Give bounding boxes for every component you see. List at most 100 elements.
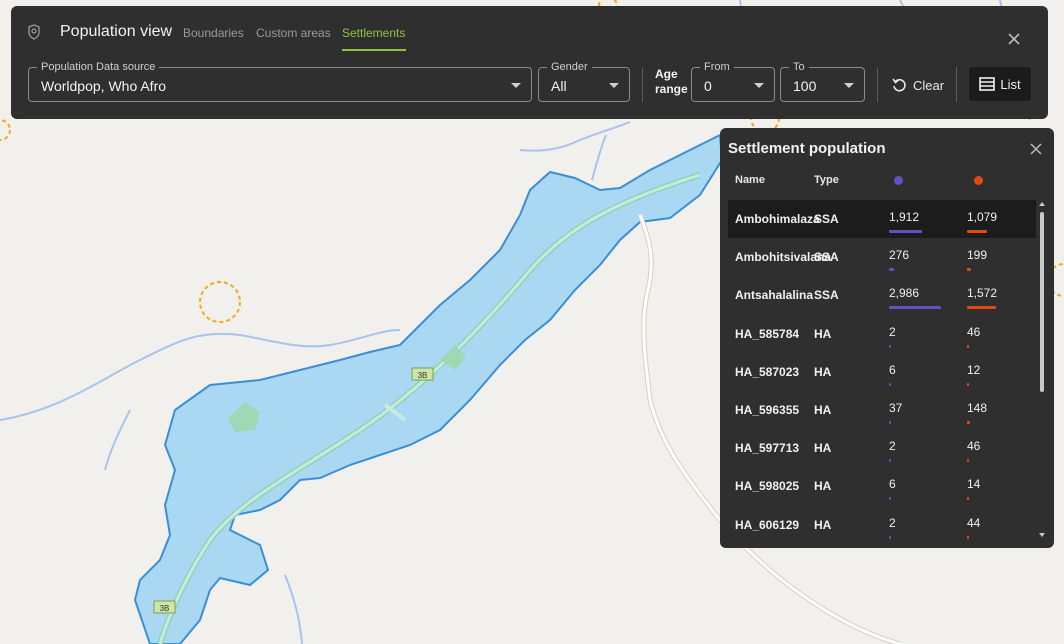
table-row[interactable]: HA_585784 HA 2 46 bbox=[728, 315, 1036, 353]
list-label: List bbox=[1000, 76, 1021, 92]
road-label: 3B bbox=[418, 371, 428, 380]
series-a-value: 276 bbox=[889, 248, 910, 263]
series-b-dot[interactable] bbox=[974, 176, 983, 185]
series-a-bar bbox=[889, 306, 941, 310]
series-a-bar bbox=[889, 268, 894, 272]
settlement-type: SSA bbox=[814, 288, 839, 303]
series-a-bar bbox=[889, 535, 891, 539]
population-source-label: Population Data source bbox=[37, 60, 160, 74]
settlement-type: HA bbox=[814, 479, 832, 494]
population-icon bbox=[28, 24, 40, 40]
series-a-bar bbox=[889, 382, 891, 386]
chevron-down-icon bbox=[609, 83, 619, 88]
population-toolbar: Population view Boundaries Custom areas … bbox=[11, 6, 1048, 119]
series-a-value: 6 bbox=[889, 362, 896, 377]
series-a-bar bbox=[889, 230, 923, 233]
series-b-bar bbox=[967, 535, 969, 539]
table-row[interactable]: HA_597713 HA 2 46 bbox=[728, 429, 1036, 467]
series-a-value: 6 bbox=[889, 477, 896, 492]
series-b-value: 199 bbox=[967, 248, 988, 263]
series-b-bar bbox=[967, 497, 969, 501]
settlement-name: HA_596355 bbox=[735, 402, 800, 417]
table-row[interactable]: Ambohimalaza SSA 1,912 1,079 bbox=[728, 200, 1036, 239]
scroll-down-icon[interactable] bbox=[1039, 533, 1045, 537]
tab-settlements[interactable]: Settlements bbox=[342, 26, 405, 40]
table-row[interactable]: Ambohitsivalana SSA 276 199 bbox=[728, 238, 1036, 276]
series-b-value: 14 bbox=[967, 477, 981, 492]
settlement-type: SSA bbox=[814, 250, 839, 265]
settlement-type: HA bbox=[814, 517, 832, 532]
divider bbox=[877, 67, 878, 102]
population-source-value: Worldpop, Who Afro bbox=[41, 78, 167, 94]
settlement-name: HA_585784 bbox=[735, 326, 800, 341]
chevron-down-icon bbox=[844, 83, 854, 88]
series-b-bar bbox=[967, 420, 970, 424]
age-range-label: Age range bbox=[655, 67, 688, 96]
clear-button[interactable]: Clear bbox=[891, 72, 944, 98]
close-icon[interactable] bbox=[1030, 143, 1042, 155]
series-b-value: 12 bbox=[967, 362, 981, 377]
series-b-bar bbox=[967, 382, 969, 386]
settlement-name: Antsahalalina bbox=[735, 288, 814, 303]
reset-icon bbox=[892, 78, 906, 92]
series-b-value: 1,572 bbox=[967, 286, 998, 301]
series-a-bar bbox=[889, 459, 891, 463]
series-b-bar bbox=[967, 230, 987, 233]
series-b-bar bbox=[967, 306, 996, 310]
panel-title: Settlement population bbox=[728, 140, 886, 157]
gender-label: Gender bbox=[547, 60, 592, 74]
series-a-value: 2 bbox=[889, 439, 896, 454]
age-to-select[interactable]: To 100 bbox=[780, 60, 865, 102]
table-row[interactable]: HA_587023 HA 6 12 bbox=[728, 353, 1036, 391]
series-b-bar bbox=[967, 344, 969, 348]
page-title: Population view bbox=[60, 23, 173, 40]
table-row[interactable]: HA_596355 HA 37 148 bbox=[728, 391, 1036, 429]
settlement-type: HA bbox=[814, 402, 832, 417]
age-to-label: To bbox=[789, 60, 809, 74]
series-a-dot[interactable] bbox=[894, 176, 903, 185]
settlement-population-panel: Settlement population Name Type Ambohima… bbox=[720, 128, 1054, 548]
list-icon bbox=[979, 77, 996, 91]
settlement-name: HA_587023 bbox=[735, 364, 800, 379]
clear-label: Clear bbox=[913, 77, 945, 93]
tab-boundaries[interactable]: Boundaries bbox=[183, 26, 244, 40]
age-from-value: 0 bbox=[704, 78, 712, 94]
settlement-name: HA_606129 bbox=[735, 517, 800, 532]
table-row[interactable]: Antsahalalina SSA 2,986 1,572 bbox=[728, 276, 1036, 314]
series-a-value: 37 bbox=[889, 400, 903, 415]
table-row[interactable]: HA_598025 HA 6 14 bbox=[728, 467, 1036, 505]
list-button[interactable]: List bbox=[969, 67, 1031, 101]
settlement-type: HA bbox=[814, 364, 832, 379]
close-icon[interactable] bbox=[1006, 31, 1022, 47]
settlement-type: SSA bbox=[814, 212, 839, 226]
road-label: 3B bbox=[160, 604, 170, 613]
divider bbox=[642, 67, 643, 102]
settlement-name: HA_597713 bbox=[735, 441, 800, 456]
series-a-bar bbox=[889, 344, 891, 348]
series-b-value: 46 bbox=[967, 324, 981, 339]
series-b-bar bbox=[967, 459, 969, 463]
series-a-value: 2 bbox=[889, 324, 896, 339]
population-source-select[interactable]: Population Data source Worldpop, Who Afr… bbox=[28, 60, 532, 102]
tab-custom-areas[interactable]: Custom areas bbox=[256, 26, 331, 40]
series-a-value: 1,912 bbox=[889, 210, 920, 224]
column-header-type[interactable]: Type bbox=[814, 174, 839, 186]
table-row[interactable]: HA_606129 HA 2 44 bbox=[728, 506, 1036, 544]
series-b-value: 148 bbox=[967, 400, 988, 415]
settlement-table: Ambohimalaza SSA 1,912 1,079 Ambohitsiva… bbox=[728, 200, 1036, 544]
column-header-name[interactable]: Name bbox=[735, 174, 765, 186]
age-from-select[interactable]: From 0 bbox=[691, 60, 775, 102]
gender-select[interactable]: Gender All bbox=[538, 60, 630, 102]
settlement-name: HA_598025 bbox=[735, 479, 800, 494]
scroll-up-icon[interactable] bbox=[1039, 202, 1045, 206]
series-a-bar bbox=[889, 497, 891, 501]
series-b-value: 1,079 bbox=[967, 210, 998, 224]
settlement-type: HA bbox=[814, 326, 832, 341]
scrollbar-thumb[interactable] bbox=[1040, 212, 1044, 392]
series-b-value: 44 bbox=[967, 515, 981, 530]
series-a-bar bbox=[889, 420, 891, 424]
gender-value: All bbox=[551, 78, 567, 94]
series-a-value: 2,986 bbox=[889, 286, 920, 301]
chevron-down-icon bbox=[511, 83, 521, 88]
series-b-value: 46 bbox=[967, 439, 981, 454]
